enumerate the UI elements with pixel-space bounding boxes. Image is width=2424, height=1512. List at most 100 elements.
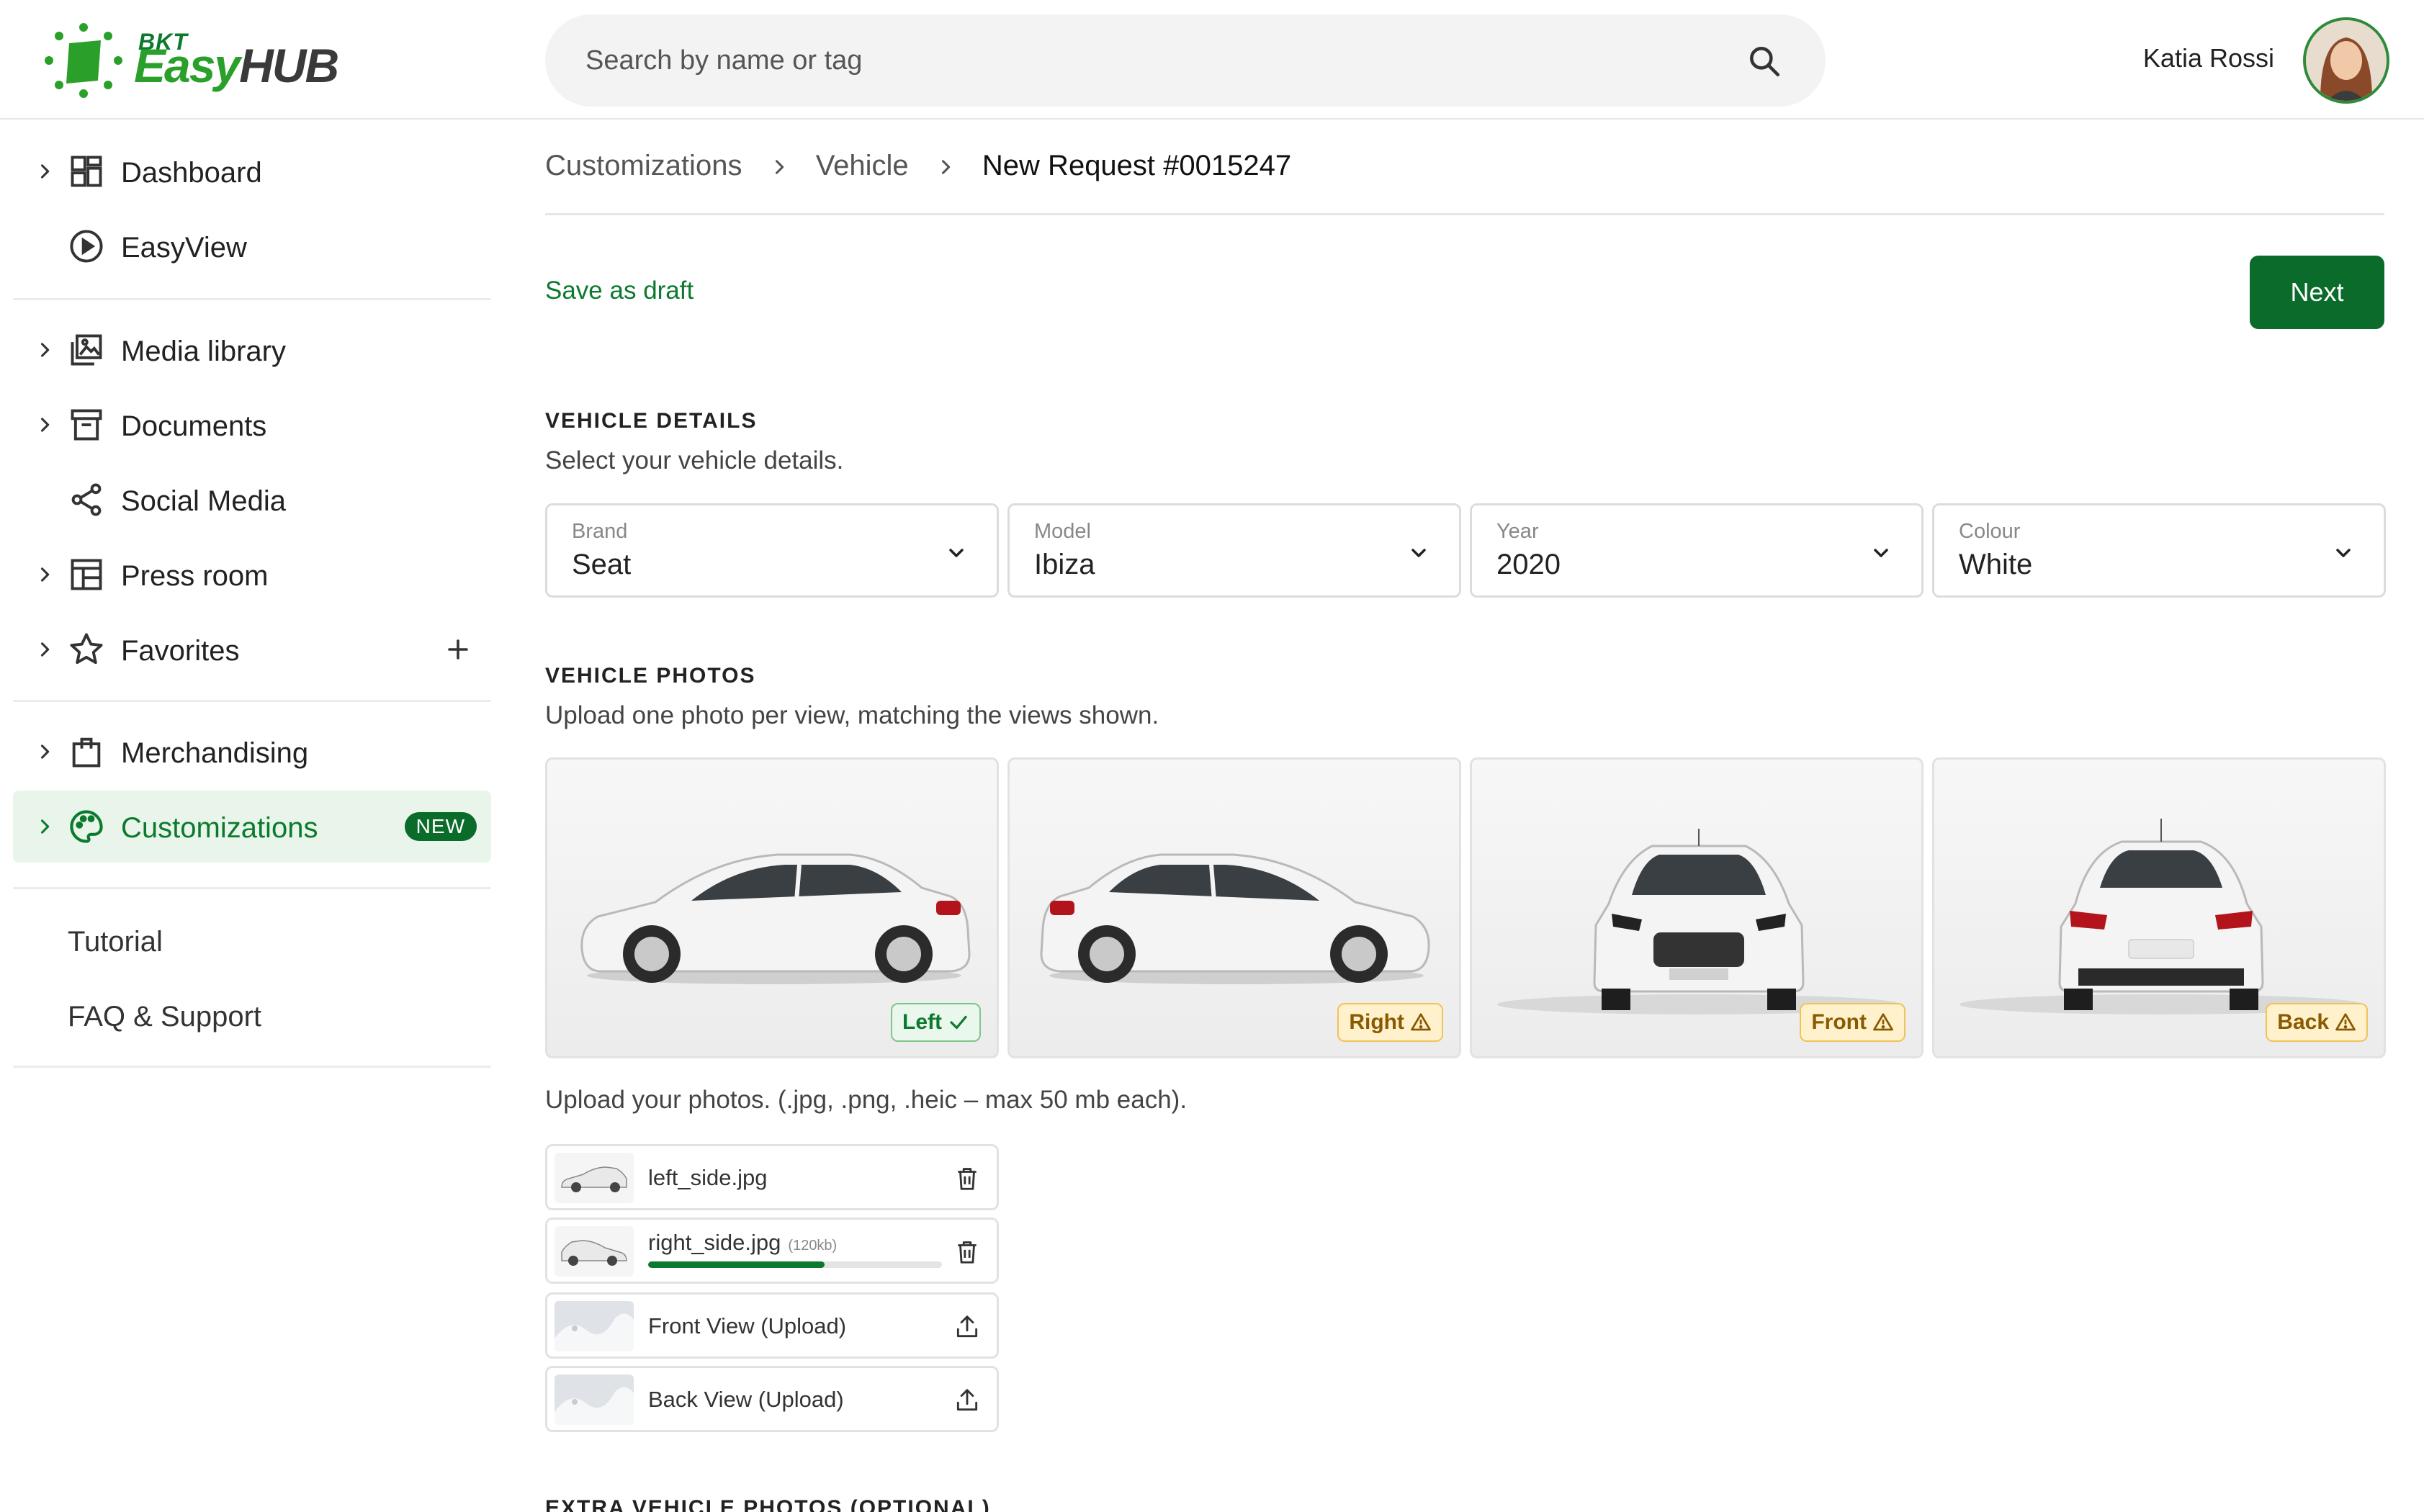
dashboard-icon — [71, 156, 102, 187]
new-badge: NEW — [404, 812, 477, 841]
vehicle-details-subtitle: Select your vehicle details. — [545, 446, 844, 474]
model-select[interactable]: Model Ibiza — [1007, 503, 1461, 598]
chevron-down-icon — [1411, 549, 1426, 557]
add-favorite-icon[interactable] — [441, 632, 475, 667]
sidebar-item-label: Merchandising — [121, 737, 309, 769]
sidebar-item-merchandising[interactable]: Merchandising — [13, 716, 491, 788]
sidebar: Dashboard EasyView Media library Documen… — [0, 121, 504, 1512]
next-button[interactable]: Next — [2250, 256, 2384, 329]
sidebar-item-press-room[interactable]: Press room — [13, 539, 491, 611]
file-name: Back View (Upload) — [648, 1387, 844, 1412]
chevron-right-icon — [775, 160, 784, 175]
warning-icon — [2335, 1013, 2356, 1031]
avatar[interactable] — [2303, 17, 2389, 104]
sidebar-item-customizations[interactable]: Customizations NEW — [13, 791, 491, 863]
sidebar-link-tutorial[interactable]: Tutorial — [68, 926, 163, 958]
breadcrumb-divider — [545, 213, 2384, 215]
trash-icon[interactable] — [953, 1238, 981, 1266]
photo-view-right[interactable]: Right — [1007, 757, 1461, 1058]
sidebar-item-documents[interactable]: Documents — [13, 389, 491, 461]
sidebar-item-dashboard[interactable]: Dashboard — [13, 135, 491, 207]
file-size: (120kb) — [788, 1238, 838, 1254]
trash-icon[interactable] — [953, 1165, 981, 1192]
file-row-left-side: left_side.jpg — [545, 1144, 999, 1210]
chevron-right-icon[interactable] — [35, 816, 55, 837]
file-thumbnail — [555, 1153, 634, 1203]
sidebar-link-faq-support[interactable]: FAQ & Support — [68, 1001, 261, 1033]
nav-divider — [13, 1066, 491, 1068]
top-header: BKT EasyHUB Katia Rossi — [0, 0, 2424, 120]
sidebar-item-label: Media library — [121, 336, 286, 367]
logo-easyhub-text: EasyHUB — [134, 39, 339, 92]
upload-instructions: Upload your photos. (.jpg, .png, .heic –… — [545, 1086, 1188, 1114]
search-bar[interactable] — [545, 14, 1826, 107]
photo-view-back[interactable]: Back — [1932, 757, 2386, 1058]
chevron-right-icon — [941, 160, 950, 175]
nav-divider — [13, 887, 491, 889]
sidebar-item-label: Documents — [121, 410, 267, 442]
sidebar-item-label: Social Media — [121, 485, 287, 517]
chevron-down-icon — [1874, 549, 1888, 557]
breadcrumb-customizations[interactable]: Customizations — [545, 150, 742, 181]
vehicle-photos-title: VEHICLE PHOTOS — [545, 664, 756, 688]
file-name: Front View (Upload) — [648, 1313, 847, 1338]
nav-divider — [13, 700, 491, 702]
file-name: left_side.jpg — [648, 1165, 768, 1190]
year-select[interactable]: Year 2020 — [1470, 503, 1924, 598]
chevron-right-icon[interactable] — [35, 340, 55, 360]
check-icon — [950, 1015, 967, 1030]
image-placeholder-icon — [555, 1374, 634, 1425]
upload-progress-bar — [648, 1261, 942, 1268]
chevron-down-icon — [949, 549, 964, 557]
sidebar-item-label: Press room — [121, 560, 269, 592]
warning-icon — [1411, 1013, 1431, 1031]
year-select-label: Year — [1496, 520, 1539, 543]
brand-select[interactable]: Brand Seat — [545, 503, 999, 598]
vehicle-details-title: VEHICLE DETAILS — [545, 409, 758, 433]
breadcrumb: Customizations Vehicle New Request #0015… — [545, 150, 1291, 186]
chevron-right-icon[interactable] — [35, 161, 55, 181]
view-status-badge: Left — [891, 1003, 981, 1042]
avatar-portrait-icon — [2306, 20, 2387, 101]
user-name[interactable]: Katia Rossi — [2143, 43, 2274, 73]
colour-select-label: Colour — [1959, 520, 2021, 543]
colour-select[interactable]: Colour White — [1932, 503, 2386, 598]
sidebar-item-easyview[interactable]: EasyView — [13, 210, 491, 282]
upload-icon[interactable] — [953, 1387, 981, 1414]
search-icon[interactable] — [1746, 43, 1782, 79]
save-as-draft-link[interactable]: Save as draft — [545, 276, 693, 305]
chevron-right-icon[interactable] — [35, 639, 55, 660]
sidebar-item-social-media[interactable]: Social Media — [13, 464, 491, 536]
play-circle-icon — [70, 230, 103, 263]
sidebar-item-label: Dashboard — [121, 157, 262, 189]
chevron-right-icon[interactable] — [35, 742, 55, 762]
archive-box-icon — [71, 409, 102, 441]
chevron-right-icon[interactable] — [35, 415, 55, 435]
breadcrumb-vehicle[interactable]: Vehicle — [816, 150, 909, 181]
upload-icon[interactable] — [953, 1313, 981, 1341]
bkt-easyhub-logo[interactable]: BKT EasyHUB — [43, 20, 339, 101]
vehicle-photos-subtitle: Upload one photo per view, matching the … — [545, 701, 1159, 729]
file-name: right_side.jpg (120kb) — [648, 1230, 838, 1255]
photo-view-front[interactable]: Front — [1470, 757, 1924, 1058]
sidebar-item-favorites[interactable]: Favorites — [13, 613, 491, 685]
chevron-down-icon — [2336, 549, 2351, 557]
brand-select-label: Brand — [572, 520, 628, 543]
file-row-back-view[interactable]: Back View (Upload) — [545, 1366, 999, 1432]
sidebar-item-label: Favorites — [121, 635, 240, 667]
nav-divider — [13, 298, 491, 300]
view-status-badge: Front — [1800, 1003, 1905, 1042]
sidebar-item-media-library[interactable]: Media library — [13, 314, 491, 386]
chevron-right-icon[interactable] — [35, 564, 55, 585]
palette-icon — [70, 810, 103, 843]
newspaper-icon — [71, 559, 102, 590]
view-status-badge: Right — [1337, 1003, 1443, 1042]
search-input[interactable] — [585, 14, 1709, 107]
logo-mark-icon — [45, 23, 122, 98]
image-placeholder-icon — [555, 1301, 634, 1351]
colour-select-value: White — [1959, 549, 2033, 580]
photo-view-left[interactable]: Left — [545, 757, 999, 1058]
warning-icon — [1873, 1013, 1893, 1031]
file-row-front-view[interactable]: Front View (Upload) — [545, 1292, 999, 1359]
file-thumbnail — [555, 1226, 634, 1277]
